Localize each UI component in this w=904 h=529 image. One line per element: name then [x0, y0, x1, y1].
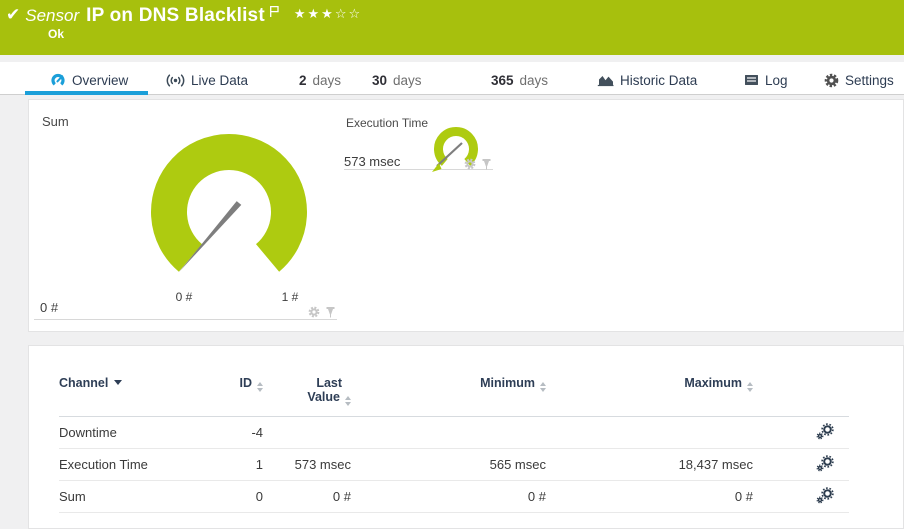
- tab-label: Live Data: [191, 72, 249, 88]
- tab-365-days[interactable]: 365 days: [491, 69, 548, 91]
- gauge-scale-max: 1 #: [281, 290, 299, 304]
- sort-icon: [747, 382, 753, 392]
- gauges-card: Sum 0 # 1 # 0 # Execution Time 573 msec: [28, 99, 904, 332]
- table-row: Execution Time 1 573 msec 565 msec 18,43…: [59, 448, 849, 481]
- channel-settings-gears-icon[interactable]: [816, 454, 834, 472]
- flag-icon[interactable]: [269, 5, 280, 23]
- execution-time-gauge-panel: Execution Time 573 msec: [344, 108, 493, 172]
- sum-gauge-dial: [151, 134, 307, 272]
- gear-icon: [824, 73, 839, 87]
- column-header-last-value[interactable]: Last Value: [263, 376, 351, 417]
- gauge-current-value: 573 msec: [344, 154, 401, 169]
- tab-label: Historic Data: [620, 72, 698, 88]
- gauge-gear-icon[interactable]: [464, 158, 476, 170]
- sort-desc-icon: [114, 380, 123, 385]
- channel-last-value: 0 #: [263, 480, 351, 513]
- tab-label: Log: [765, 72, 788, 88]
- sensor-kind-label: Sensor: [25, 6, 80, 25]
- channel-settings-gears-icon[interactable]: [816, 422, 834, 440]
- channel-minimum: [351, 416, 546, 449]
- active-tab-indicator: [25, 91, 148, 95]
- channel-minimum: 0 #: [351, 480, 546, 513]
- ok-check-icon: ✔: [6, 5, 21, 25]
- column-header-channel[interactable]: Channel: [59, 376, 209, 417]
- sensor-title: IP on DNS Blacklist: [86, 5, 265, 26]
- channel-minimum: 565 msec: [351, 448, 546, 481]
- area-chart-icon: [597, 76, 614, 87]
- table-row: Downtime -4: [59, 416, 849, 449]
- channel-table: Channel ID Last Value Minimum Maximum Do…: [59, 376, 849, 513]
- tab-bar: Overview Live Data 2 days 30 days 365 days: [0, 62, 904, 95]
- sort-icon: [257, 382, 263, 392]
- status-badge: Ok: [48, 27, 65, 41]
- sensor-status-header: ✔ Sensor IP on DNS Blacklist ★★★☆☆ Ok: [0, 0, 904, 55]
- channel-id: 0: [209, 480, 263, 513]
- channel-name: Downtime: [59, 416, 209, 449]
- broadcast-icon: [166, 73, 185, 87]
- table-header-row: Channel ID Last Value Minimum Maximum: [59, 376, 849, 417]
- tab-live-data[interactable]: Live Data: [166, 69, 248, 91]
- sum-gauge-panel: Sum 0 # 1 # 0 #: [34, 104, 337, 320]
- gauge-scale-min: 0 #: [175, 290, 193, 304]
- channel-settings-gears-icon[interactable]: [816, 486, 834, 504]
- tab-30-days[interactable]: 30 days: [372, 69, 422, 91]
- sort-icon: [540, 382, 546, 392]
- gauge-pin-icon[interactable]: [481, 158, 492, 170]
- column-header-maximum[interactable]: Maximum: [546, 376, 753, 417]
- column-header-id[interactable]: ID: [209, 376, 263, 417]
- column-header-minimum[interactable]: Minimum: [351, 376, 546, 417]
- channel-maximum: 0 #: [546, 480, 753, 513]
- channel-maximum: 18,437 msec: [546, 448, 753, 481]
- gauge-title: Sum: [42, 114, 69, 129]
- sort-icon: [345, 396, 351, 406]
- gauge-gear-icon[interactable]: [308, 306, 320, 318]
- tab-overview[interactable]: Overview: [50, 69, 128, 91]
- channel-id: -4: [209, 416, 263, 449]
- gauge-icon: [51, 73, 65, 86]
- tab-settings[interactable]: Settings: [824, 69, 894, 91]
- gauge-current-value: 0 #: [40, 300, 59, 315]
- gauge-title: Execution Time: [346, 116, 429, 130]
- tab-2-days[interactable]: 2 days: [299, 69, 341, 91]
- channels-card: Channel ID Last Value Minimum Maximum Do…: [28, 345, 904, 529]
- prtg-sensor-page: ✔ Sensor IP on DNS Blacklist ★★★☆☆ Ok Ov…: [0, 0, 904, 529]
- priority-stars[interactable]: ★★★☆☆: [294, 7, 362, 22]
- gauge-pin-icon[interactable]: [325, 306, 336, 318]
- table-row: Sum 0 0 # 0 # 0 #: [59, 480, 849, 513]
- tab-historic-data[interactable]: Historic Data: [597, 69, 697, 91]
- log-icon: [745, 75, 758, 85]
- channel-name: Sum: [59, 480, 209, 513]
- tab-label: Settings: [845, 72, 894, 88]
- channel-name: Execution Time: [59, 448, 209, 481]
- tab-log[interactable]: Log: [744, 69, 788, 91]
- channel-last-value: 573 msec: [263, 448, 351, 481]
- channel-maximum: [546, 416, 753, 449]
- tab-label: Overview: [72, 72, 129, 88]
- channel-last-value: [263, 416, 351, 449]
- channel-id: 1: [209, 448, 263, 481]
